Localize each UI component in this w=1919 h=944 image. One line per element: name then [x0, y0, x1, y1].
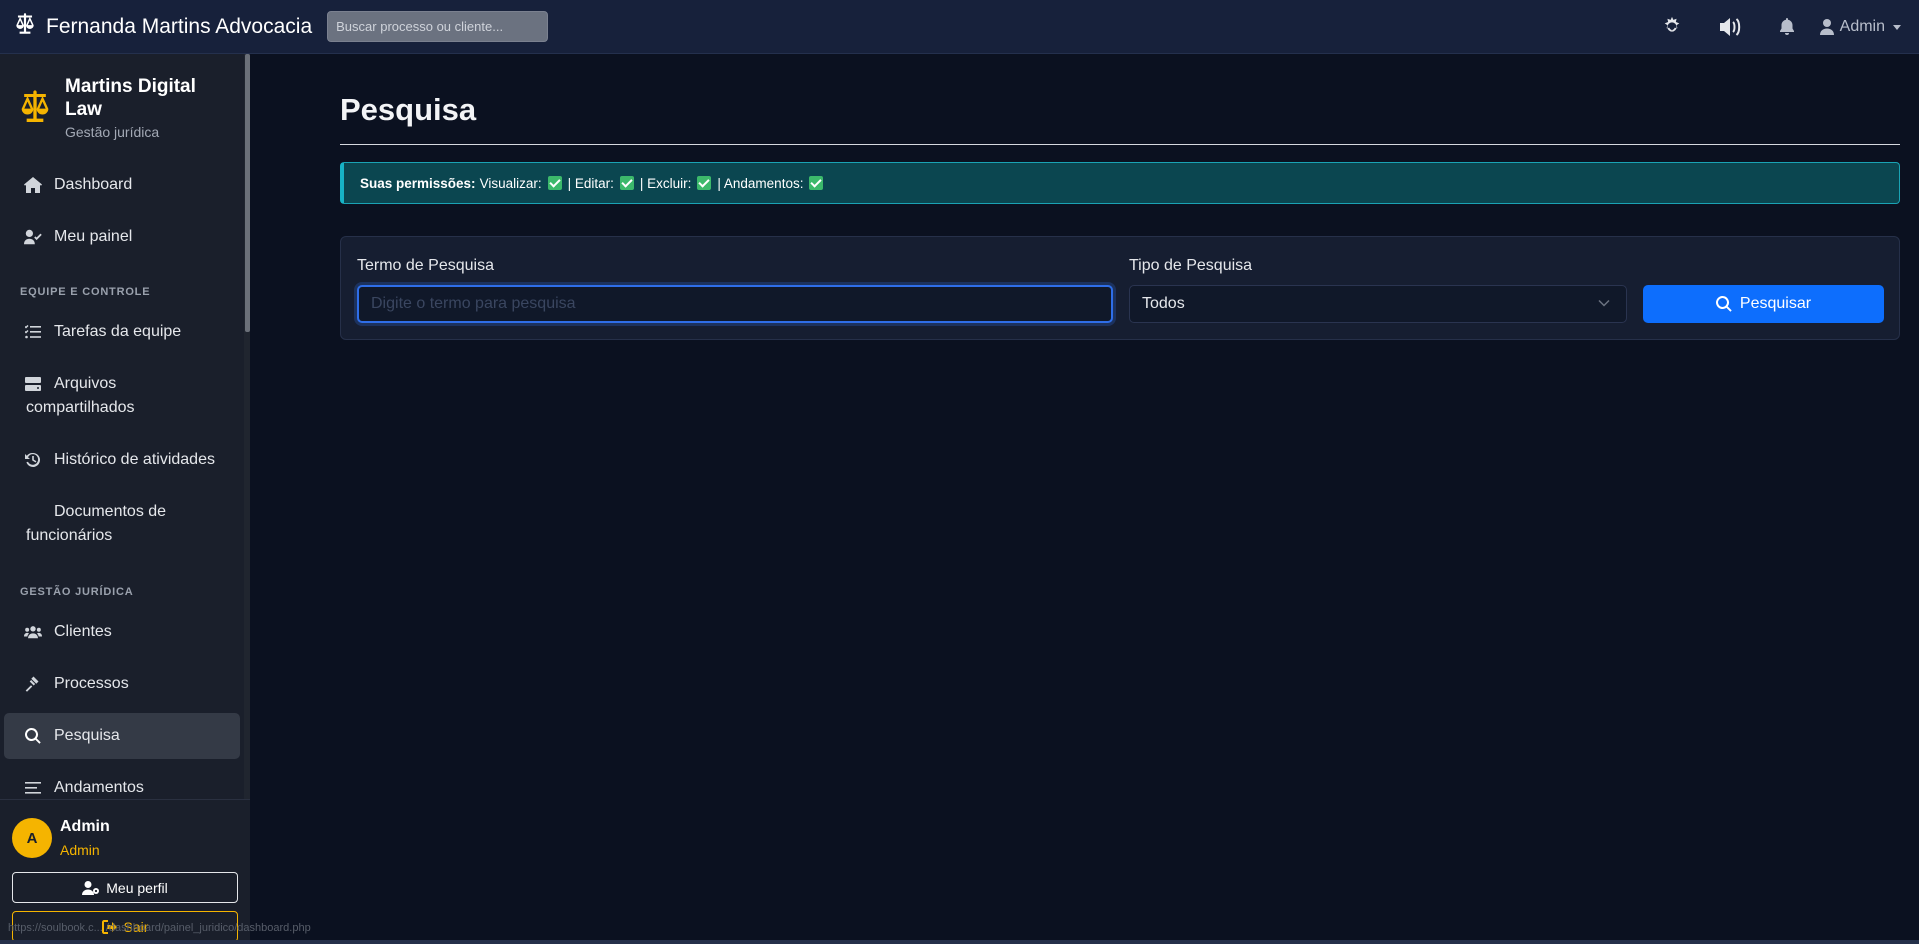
- sidebar-item-label: Tarefas da equipe: [54, 323, 182, 340]
- section-heading-gestao: GESTÃO JURÍDICA: [20, 586, 134, 598]
- sidebar-item-label: Histórico de atividades: [54, 451, 215, 468]
- user-cog-icon: [82, 880, 100, 895]
- sidebar-item-processos[interactable]: Processos: [4, 672, 240, 696]
- sidebar-item-historico[interactable]: Histórico de atividades: [4, 448, 240, 472]
- perm-delete-label: | Excluir:: [639, 175, 692, 191]
- my-profile-label: Meu perfil: [106, 879, 168, 896]
- check-icon: [809, 176, 824, 190]
- sidebar-item-label: Processos: [54, 675, 129, 692]
- sidebar-item-pesquisa[interactable]: Pesquisa: [4, 713, 240, 759]
- search-button-label: Pesquisar: [1739, 295, 1812, 312]
- sidebar-item-arquivos[interactable]: Arquivos compartilhados: [4, 372, 240, 420]
- section-heading-equipe: EQUIPE E CONTROLE: [20, 286, 151, 298]
- navbar-brand[interactable]: Fernanda Martins Advocacia: [12, 11, 312, 43]
- admin-dropdown[interactable]: Admin: [1819, 18, 1901, 36]
- user-role: Admin: [60, 842, 100, 858]
- navbar-actions: Admin: [1660, 0, 1919, 54]
- sidebar-item-label: Andamentos: [54, 779, 144, 796]
- sidebar-item-label: Clientes: [54, 623, 112, 640]
- search-term-input[interactable]: [357, 285, 1113, 323]
- permissions-label: Suas permissões:: [360, 175, 476, 191]
- theme-toggle-icon[interactable]: [1660, 15, 1684, 39]
- sidebar: Martins Digital Law Gestão jurídica Dash…: [0, 54, 250, 944]
- sidebar-brand: Martins Digital Law Gestão jurídica: [15, 75, 215, 140]
- sidebar-item-meu-painel[interactable]: Meu painel: [4, 225, 240, 249]
- avatar: A: [12, 818, 52, 858]
- sidebar-item-label: Pesquisa: [54, 727, 120, 744]
- scale-icon: [21, 90, 49, 122]
- title-divider: [340, 144, 1900, 145]
- caret-down-icon: [1893, 24, 1901, 30]
- search-type-select[interactable]: Todos: [1129, 285, 1627, 323]
- user-name: Admin: [60, 818, 110, 835]
- sidebar-item-andamentos[interactable]: Andamentos: [4, 776, 240, 799]
- history-icon: [24, 448, 42, 472]
- sidebar-item-dashboard[interactable]: Dashboard: [4, 173, 240, 197]
- sidebar-scroll-area[interactable]: Martins Digital Law Gestão jurídica Dash…: [0, 54, 250, 799]
- sound-icon[interactable]: [1718, 15, 1744, 39]
- search-icon: [24, 724, 42, 748]
- global-search-input[interactable]: [327, 11, 549, 42]
- search-icon: [1715, 296, 1732, 312]
- sidebar-brand-title: Martins Digital Law: [65, 76, 196, 120]
- sidebar-item-label: Meu painel: [54, 228, 133, 245]
- my-profile-button[interactable]: Meu perfil: [12, 872, 238, 903]
- top-navbar: Fernanda Martins Advocacia Admin: [0, 0, 1919, 54]
- home-icon: [24, 173, 42, 197]
- sidebar-item-clientes[interactable]: Clientes: [4, 620, 240, 644]
- sidebar-item-label: Documentos de funcionários: [26, 503, 167, 544]
- bottom-border: [0, 940, 1919, 944]
- status-bar-url: https://soulbook.c... /dashboard/painel_…: [8, 922, 311, 934]
- search-submit-button[interactable]: Pesquisar: [1643, 285, 1884, 323]
- sidebar-brand-subtitle: Gestão jurídica: [65, 124, 160, 140]
- scale-icon: [12, 11, 38, 43]
- perm-progress-label: | Andamentos:: [717, 175, 804, 191]
- permissions-alert: Suas permissões: Visualizar: | Editar: |…: [340, 162, 1900, 204]
- perm-edit-label: | Editar:: [567, 175, 614, 191]
- page-title: Pesquisa: [340, 92, 477, 127]
- sidebar-item-label: Dashboard: [54, 176, 133, 193]
- search-form-card: Termo de Pesquisa Tipo de Pesquisa Todos…: [340, 236, 1900, 340]
- gavel-icon: [24, 672, 42, 696]
- sidebar-item-tarefas[interactable]: Tarefas da equipe: [4, 320, 240, 344]
- user-check-icon: [24, 225, 42, 249]
- brand-name: Fernanda Martins Advocacia: [46, 14, 313, 38]
- search-type-label: Tipo de Pesquisa: [1129, 257, 1253, 274]
- sidebar-item-label: Arquivos compartilhados: [26, 375, 135, 416]
- admin-label: Admin: [1839, 18, 1885, 35]
- perm-view-label: Visualizar:: [479, 175, 542, 191]
- check-icon: [697, 176, 712, 190]
- bell-icon[interactable]: [1778, 15, 1796, 39]
- user-icon: [1819, 19, 1834, 35]
- tasks-icon: [24, 320, 42, 344]
- check-icon: [619, 176, 634, 190]
- list-icon: [24, 776, 42, 799]
- check-icon: [547, 176, 562, 190]
- sidebar-item-documentos[interactable]: Documentos de funcionários: [4, 500, 240, 548]
- search-term-label: Termo de Pesquisa: [357, 257, 494, 274]
- search-type-value: Todos: [1142, 295, 1185, 312]
- sidebar-scrollbar-thumb[interactable]: [245, 54, 250, 332]
- users-icon: [24, 620, 42, 644]
- chevron-down-icon: [1598, 299, 1610, 307]
